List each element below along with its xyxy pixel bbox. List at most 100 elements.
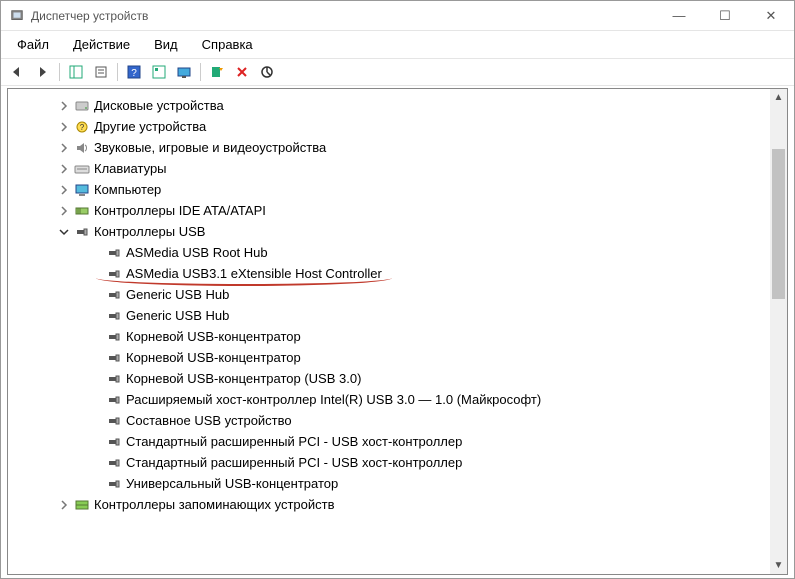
collapse-icon[interactable] xyxy=(58,227,70,237)
help-button[interactable]: ? xyxy=(123,61,145,83)
ide-icon xyxy=(74,203,90,219)
tree-device-label: Корневой USB-концентратор xyxy=(126,329,301,344)
minimize-button[interactable]: ― xyxy=(656,1,702,30)
disable-button[interactable] xyxy=(256,61,278,83)
tree-device-label: Расширяемый хост-контроллер Intel(R) USB… xyxy=(126,392,541,407)
tree-category-label: Контроллеры USB xyxy=(94,224,205,239)
view-button[interactable] xyxy=(148,61,170,83)
tree-device[interactable]: Расширяемый хост-контроллер Intel(R) USB… xyxy=(28,389,787,410)
usb-device-icon xyxy=(106,266,122,282)
sound-icon xyxy=(74,140,90,156)
tree-device-label: Стандартный расширенный PCI - USB хост-к… xyxy=(126,434,462,449)
tree-category-label: Звуковые, игровые и видеоустройства xyxy=(94,140,326,155)
usb-device-icon xyxy=(106,392,122,408)
titlebar: Диспетчер устройств ― ☐ ✕ xyxy=(1,1,794,31)
uninstall-button[interactable] xyxy=(231,61,253,83)
menu-help[interactable]: Справка xyxy=(192,33,263,56)
tree-device-label: Универсальный USB-концентратор xyxy=(126,476,338,491)
usb-device-icon xyxy=(106,350,122,366)
tree-device-label: Стандартный расширенный PCI - USB хост-к… xyxy=(126,455,462,470)
device-tree[interactable]: Дисковые устройства? Другие устройства Зву… xyxy=(8,89,787,574)
tree-device-label: Корневой USB-концентратор (USB 3.0) xyxy=(126,371,361,386)
scrollbar[interactable]: ▲ ▼ xyxy=(770,89,787,574)
forward-button[interactable] xyxy=(32,61,54,83)
tree-device-label: Generic USB Hub xyxy=(126,287,229,302)
expand-icon[interactable] xyxy=(58,206,70,216)
usb-device-icon xyxy=(106,434,122,450)
window-title: Диспетчер устройств xyxy=(31,9,656,23)
show-hide-tree-button[interactable] xyxy=(65,61,87,83)
maximize-button[interactable]: ☐ xyxy=(702,1,748,30)
tree-category[interactable]: Контроллеры USB xyxy=(28,221,787,242)
menu-action[interactable]: Действие xyxy=(63,33,140,56)
tree-device[interactable]: Стандартный расширенный PCI - USB хост-к… xyxy=(28,452,787,473)
tree-device[interactable]: ASMedia USB3.1 eXtensible Host Controlle… xyxy=(28,263,787,284)
disk-icon xyxy=(74,98,90,114)
computer-icon xyxy=(74,182,90,198)
window-controls: ― ☐ ✕ xyxy=(656,1,794,30)
tree-category[interactable]: ? Другие устройства xyxy=(28,116,787,137)
tree-device[interactable]: ASMedia USB Root Hub xyxy=(28,242,787,263)
toolbar: ? xyxy=(1,58,794,86)
svg-text:?: ? xyxy=(131,68,137,79)
menu-file[interactable]: Файл xyxy=(7,33,59,56)
tree-device[interactable]: Составное USB устройство xyxy=(28,410,787,431)
tree-area: Дисковые устройства? Другие устройства Зву… xyxy=(7,88,788,575)
usb-device-icon xyxy=(106,455,122,471)
tree-category[interactable]: Дисковые устройства xyxy=(28,95,787,116)
usb-device-icon xyxy=(106,287,122,303)
expand-icon[interactable] xyxy=(58,164,70,174)
tree-device[interactable]: Корневой USB-концентратор (USB 3.0) xyxy=(28,368,787,389)
expand-icon[interactable] xyxy=(58,143,70,153)
storage-icon xyxy=(74,497,90,513)
scroll-up-button[interactable]: ▲ xyxy=(770,89,787,106)
menubar: Файл Действие Вид Справка xyxy=(1,31,794,58)
tree-device[interactable]: Корневой USB-концентратор xyxy=(28,347,787,368)
scroll-down-button[interactable]: ▼ xyxy=(770,557,787,574)
toolbar-separator xyxy=(200,63,201,81)
usb-device-icon xyxy=(106,413,122,429)
tree-category-label: Клавиатуры xyxy=(94,161,167,176)
tree-category[interactable]: Клавиатуры xyxy=(28,158,787,179)
tree-device[interactable]: Generic USB Hub xyxy=(28,284,787,305)
tree-category[interactable]: Контроллеры запоминающих устройств xyxy=(28,494,787,515)
toolbar-separator xyxy=(59,63,60,81)
expand-icon[interactable] xyxy=(58,101,70,111)
tree-device[interactable]: Generic USB Hub xyxy=(28,305,787,326)
expand-icon[interactable] xyxy=(58,122,70,132)
tree-category-label: Контроллеры IDE ATA/ATAPI xyxy=(94,203,266,218)
tree-device[interactable]: Стандартный расширенный PCI - USB хост-к… xyxy=(28,431,787,452)
tree-category[interactable]: Компьютер xyxy=(28,179,787,200)
tree-category-label: Другие устройства xyxy=(94,119,206,134)
toolbar-separator xyxy=(117,63,118,81)
usb-icon xyxy=(74,224,90,240)
app-icon xyxy=(9,8,25,24)
tree-device[interactable]: Универсальный USB-концентратор xyxy=(28,473,787,494)
expand-icon[interactable] xyxy=(58,185,70,195)
tree-device-label: Составное USB устройство xyxy=(126,413,292,428)
update-driver-button[interactable] xyxy=(206,61,228,83)
tree-device-label: Generic USB Hub xyxy=(126,308,229,323)
tree-category[interactable]: Звуковые, игровые и видеоустройства xyxy=(28,137,787,158)
tree-category-label: Дисковые устройства xyxy=(94,98,224,113)
keyboard-icon xyxy=(74,161,90,177)
usb-device-icon xyxy=(106,329,122,345)
properties-button[interactable] xyxy=(90,61,112,83)
tree-device-label: ASMedia USB Root Hub xyxy=(126,245,268,260)
usb-device-icon xyxy=(106,308,122,324)
other-icon: ? xyxy=(74,119,90,135)
svg-text:?: ? xyxy=(80,123,85,132)
tree-category[interactable]: Контроллеры IDE ATA/ATAPI xyxy=(28,200,787,221)
tree-device[interactable]: Корневой USB-концентратор xyxy=(28,326,787,347)
tree-category-label: Контроллеры запоминающих устройств xyxy=(94,497,334,512)
scroll-thumb[interactable] xyxy=(772,149,785,299)
usb-device-icon xyxy=(106,476,122,492)
tree-device-label: Корневой USB-концентратор xyxy=(126,350,301,365)
menu-view[interactable]: Вид xyxy=(144,33,188,56)
usb-device-icon xyxy=(106,245,122,261)
expand-icon[interactable] xyxy=(58,500,70,510)
tree-device-label: ASMedia USB3.1 eXtensible Host Controlle… xyxy=(126,266,382,281)
back-button[interactable] xyxy=(7,61,29,83)
close-button[interactable]: ✕ xyxy=(748,1,794,30)
scan-button[interactable] xyxy=(173,61,195,83)
